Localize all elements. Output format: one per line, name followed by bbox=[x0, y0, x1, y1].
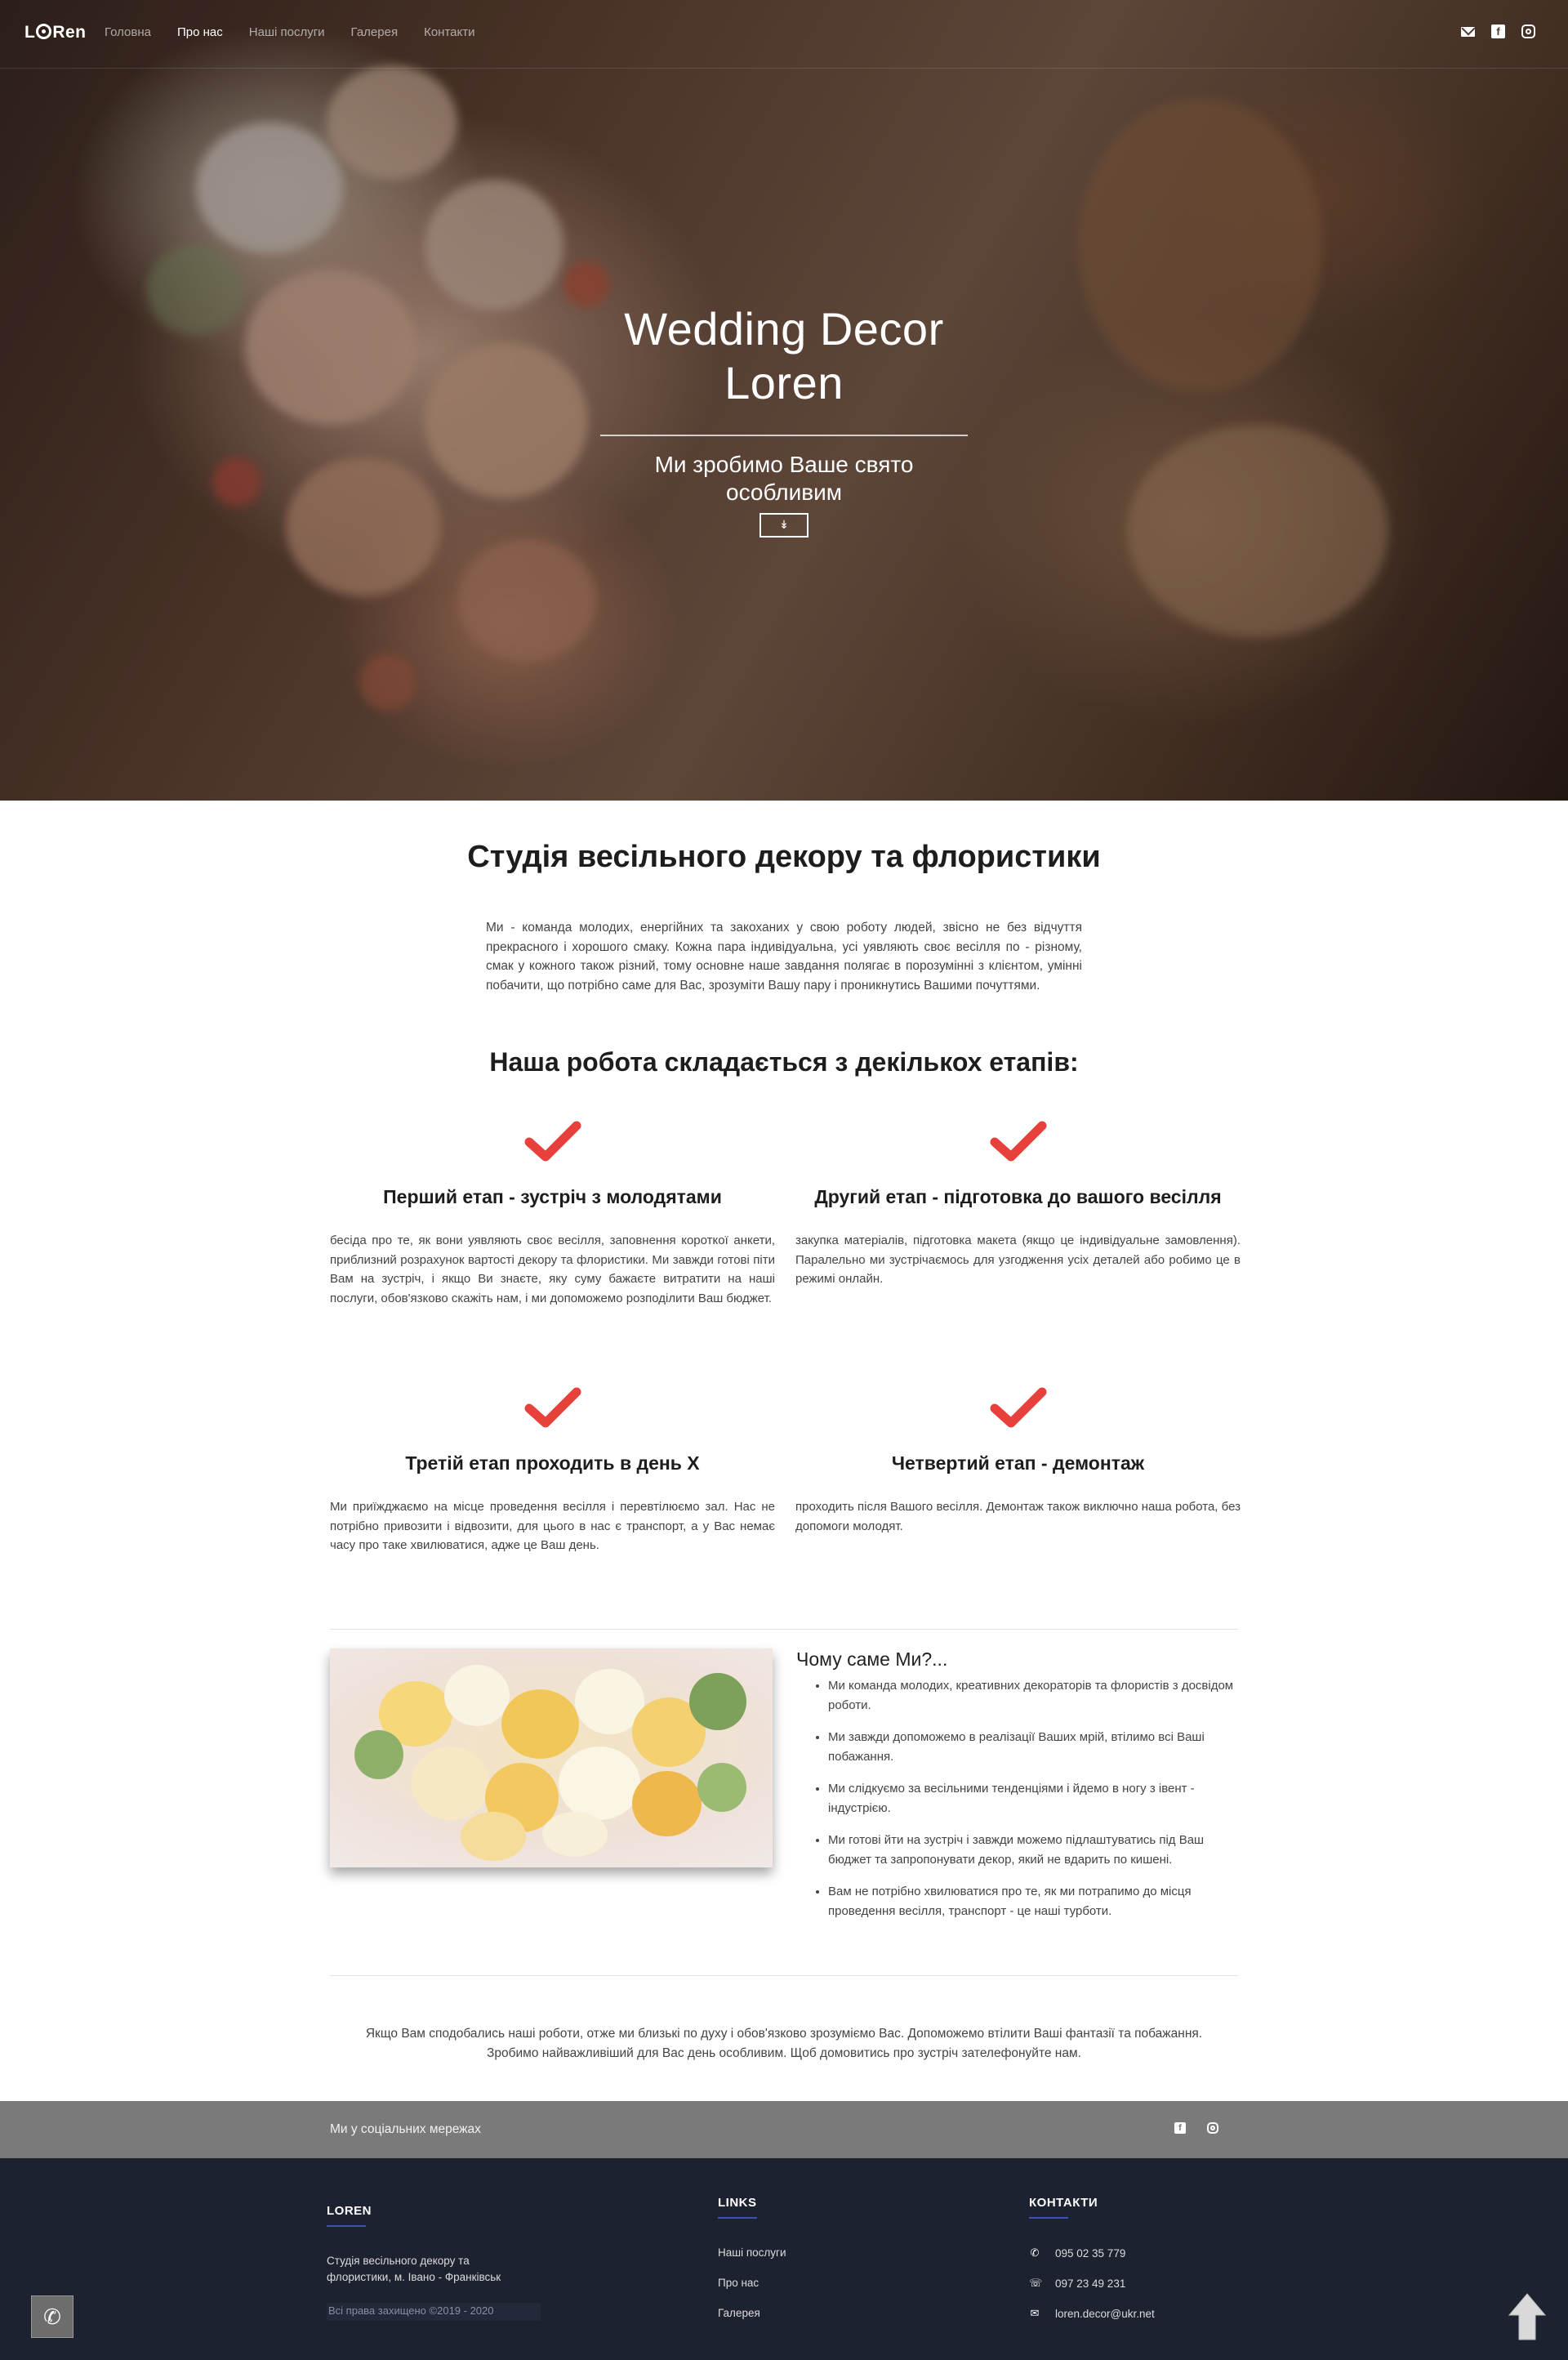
stage-text: бесіда про те, як вони уявляють своє вес… bbox=[330, 1234, 775, 1305]
top-navbar: L Ren Головна Про нас Наші послуги Галере… bbox=[0, 0, 1568, 69]
why-item: Ми завжди допоможемо в реалізації Ваших … bbox=[828, 1728, 1236, 1766]
menu-item-gallery[interactable]: Галерея bbox=[351, 25, 399, 39]
footer-brand: LOREN bbox=[327, 2204, 372, 2227]
arrow-up-icon bbox=[1508, 2293, 1547, 2340]
menu-item-home[interactable]: Головна bbox=[105, 25, 151, 39]
logo-left: L bbox=[24, 23, 36, 42]
contact-phone-value: 095 02 35 779 bbox=[1055, 2246, 1126, 2260]
checkmark-icon bbox=[524, 1121, 581, 1162]
hero-subtitle: Ми зробимо Ваше свято особливим bbox=[0, 451, 1568, 506]
contact-viber-value: 097 23 49 231 bbox=[1055, 2277, 1126, 2290]
header-social-icons: f bbox=[1461, 25, 1535, 38]
contact-email[interactable]: ✉ loren.decor@ukr.net bbox=[1029, 2307, 1155, 2320]
stage-title: Четвертий етап - демонтаж bbox=[891, 1452, 1145, 1474]
why-item: Ми команда молодих, креативних декоратор… bbox=[828, 1676, 1236, 1715]
footer-link-services[interactable]: Наші послуги bbox=[718, 2246, 786, 2259]
stage-card-1: Перший етап - зустріч з молодятами бесід… bbox=[330, 1121, 775, 1308]
footer-description-line1: Студія весільного декору та bbox=[327, 2255, 470, 2267]
why-item: Ми готові йти на зустріч і завжди можемо… bbox=[828, 1831, 1236, 1869]
logo-o-icon bbox=[36, 24, 52, 39]
closing-line1: Якщо Вам сподобались наші роботи, отже м… bbox=[365, 2027, 1203, 2041]
menu-item-about[interactable]: Про нас bbox=[177, 25, 223, 39]
hero-divider bbox=[600, 435, 968, 436]
checkmark-icon bbox=[990, 1121, 1046, 1162]
contact-email-value: loren.decor@ukr.net bbox=[1055, 2307, 1155, 2320]
footer-link-about[interactable]: Про нас bbox=[718, 2277, 759, 2289]
social-bar: Ми у соціальних мережах f bbox=[0, 2101, 1568, 2158]
menu-item-services[interactable]: Наші послуги bbox=[249, 25, 325, 39]
stage-card-4: Четвертий етап - демонтаж проходить післ… bbox=[795, 1387, 1241, 1536]
about-text: Ми - команда молодих, енергійних та зако… bbox=[486, 921, 1082, 993]
social-bar-label: Ми у соціальних мережах bbox=[330, 2122, 481, 2136]
viber-icon: ☏ bbox=[1029, 2277, 1043, 2289]
call-button[interactable]: ✆ bbox=[31, 2295, 74, 2338]
stage-text: проходить після Вашого весілля. Демонтаж… bbox=[795, 1500, 1241, 1533]
section-divider bbox=[330, 1975, 1238, 1976]
footer-description: Студія весільного декору та флористики, … bbox=[327, 2253, 501, 2286]
phone-icon: ✆ bbox=[43, 2304, 61, 2329]
main-menu: Головна Про нас Наші послуги Галерея Кон… bbox=[105, 25, 474, 39]
why-list: Ми команда молодих, креативних декоратор… bbox=[828, 1676, 1236, 1934]
menu-item-contacts[interactable]: Контакти bbox=[424, 25, 474, 39]
logo-right: Ren bbox=[52, 23, 87, 42]
closing-text: Якщо Вам сподобались наші роботи, отже м… bbox=[330, 2024, 1238, 2063]
footer-link-gallery[interactable]: Галерея bbox=[718, 2307, 760, 2319]
about-title: Студія весільного декору та флористики bbox=[467, 840, 1101, 874]
contact-phone[interactable]: ✆ 095 02 35 779 bbox=[1029, 2246, 1126, 2260]
hero-content: Wedding Decor Loren Ми зробимо Ваше свят… bbox=[0, 302, 1568, 538]
mail-icon: ✉ bbox=[1030, 2307, 1040, 2319]
footer: LOREN Студія весільного декору та флорис… bbox=[0, 2158, 1568, 2360]
footer-description-line2: флористики, м. Івано - Франківськ bbox=[327, 2271, 501, 2283]
footer-copyright: Всі права захищено ©2019 - 2020 bbox=[327, 2303, 541, 2321]
scroll-down-button[interactable]: ↡ bbox=[760, 513, 808, 538]
hero-title-line2: Loren bbox=[724, 357, 844, 408]
bouquet-image bbox=[330, 1648, 773, 1867]
logo[interactable]: L Ren bbox=[24, 23, 87, 42]
instagram-icon[interactable] bbox=[1521, 25, 1535, 38]
facebook-icon[interactable]: f bbox=[1491, 25, 1505, 38]
hero-section: Wedding Decor Loren Ми зробимо Ваше свят… bbox=[0, 0, 1568, 801]
stage-title: Третій етап проходить в день Х bbox=[405, 1452, 700, 1474]
mail-icon[interactable] bbox=[1461, 27, 1475, 37]
footer-contacts-title: КОНТАКТИ bbox=[1029, 2196, 1098, 2219]
stage-title: Другий етап - підготовка до вашого весіл… bbox=[814, 1186, 1222, 1207]
why-item: Ми слідкуємо за весільними тенденціями і… bbox=[828, 1779, 1236, 1818]
hero-subtitle-line1: Ми зробимо Ваше свято bbox=[654, 452, 914, 477]
closing-line2: Зробимо найважливіший для Вас день особл… bbox=[487, 2045, 1081, 2060]
scroll-to-top-button[interactable] bbox=[1508, 2292, 1547, 2341]
social-bar-icons: f bbox=[1174, 2122, 1218, 2134]
facebook-icon[interactable]: f bbox=[1174, 2122, 1186, 2134]
hero-title: Wedding Decor Loren bbox=[0, 302, 1568, 410]
hero-title-line1: Wedding Decor bbox=[624, 303, 944, 355]
chevron-double-down-icon: ↡ bbox=[779, 518, 789, 531]
phone-icon: ✆ bbox=[1030, 2246, 1040, 2259]
checkmark-icon bbox=[990, 1387, 1046, 1428]
instagram-icon[interactable] bbox=[1207, 2122, 1218, 2134]
contact-viber[interactable]: ☏ 097 23 49 231 bbox=[1029, 2277, 1125, 2290]
section-divider bbox=[330, 1629, 1238, 1630]
stage-card-2: Другий етап - підготовка до вашого весіл… bbox=[795, 1121, 1241, 1289]
why-title: Чому саме Ми?... bbox=[796, 1648, 948, 1670]
hero-subtitle-line2: особливим bbox=[726, 480, 842, 505]
stage-title: Перший етап - зустріч з молодятами bbox=[383, 1186, 722, 1207]
why-item: Вам не потрібно хвилюватися про те, як м… bbox=[828, 1882, 1236, 1921]
stages-title: Наша робота складається з декількох етап… bbox=[489, 1047, 1079, 1077]
stage-text: Ми приїжджаємо на місце проведення весіл… bbox=[330, 1500, 775, 1552]
stage-text: закупка матеріалів, підготовка макета (я… bbox=[795, 1234, 1241, 1286]
stage-card-3: Третій етап проходить в день Х Ми приїжд… bbox=[330, 1387, 775, 1555]
checkmark-icon bbox=[524, 1387, 581, 1428]
footer-links-title: LINKS bbox=[718, 2196, 757, 2219]
